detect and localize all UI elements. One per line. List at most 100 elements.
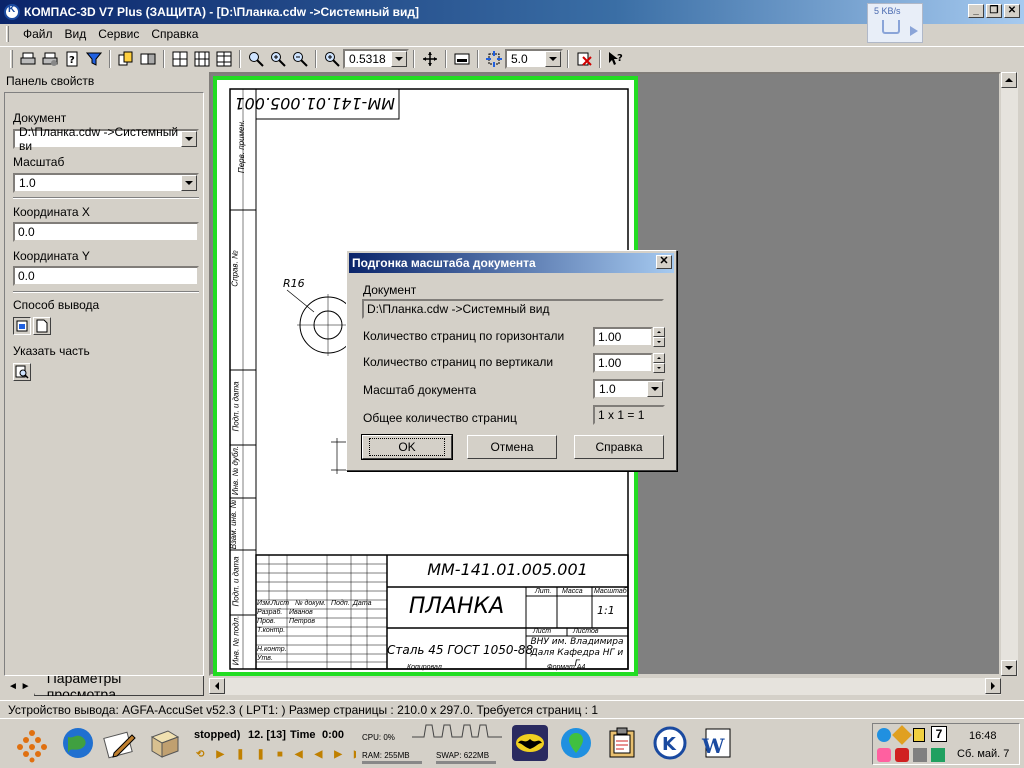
pages-horizontal-spinner[interactable]	[653, 327, 665, 347]
help-topic-icon[interactable]: ?	[62, 49, 82, 69]
play-icon[interactable]: ▶	[216, 749, 236, 760]
rewind-icon[interactable]: ⟲	[196, 749, 216, 760]
toolbar-separator	[599, 49, 601, 68]
map-pin-icon[interactable]	[558, 725, 594, 761]
pages-vertical-spinner[interactable]	[653, 353, 665, 373]
context-help-icon[interactable]: ?	[606, 49, 626, 69]
ram-bar	[362, 761, 422, 764]
stop-icon[interactable]: ■	[277, 749, 295, 760]
zoom-combo[interactable]: 0.5318	[343, 48, 409, 69]
start-menu-icon[interactable]	[14, 727, 50, 763]
kompas-taskbar-icon[interactable]: K	[652, 725, 688, 761]
editor-pencil-icon[interactable]	[102, 725, 138, 761]
zoom-window-icon[interactable]	[246, 49, 266, 69]
page-icon	[36, 319, 48, 333]
tab-view-parameters[interactable]: Параметры просмотра	[33, 676, 204, 696]
usb-tray-icon[interactable]	[913, 748, 927, 762]
select-sheets-icon[interactable]	[138, 49, 158, 69]
vertical-scrollbar[interactable]	[1001, 72, 1018, 676]
note-tray-icon[interactable]	[913, 728, 925, 742]
chevron-down-icon[interactable]	[391, 50, 407, 67]
show-all-icon[interactable]	[452, 49, 472, 69]
step-combo[interactable]: 5.0	[505, 48, 563, 69]
scroll-down-button[interactable]	[1001, 660, 1017, 676]
pages-horizontal-field[interactable]: 1.00	[593, 327, 653, 347]
player-time-label: Time	[290, 729, 316, 741]
pan-icon[interactable]	[420, 49, 440, 69]
dialog-close-button[interactable]: ✕	[656, 255, 672, 269]
col-scale: Масштаб	[594, 588, 627, 595]
menu-help[interactable]: Справка	[145, 27, 204, 41]
scroll-up-button[interactable]	[1001, 72, 1017, 88]
row-prov: Пров.	[257, 618, 276, 625]
col-sheet: Лист	[533, 628, 552, 635]
spin-down-icon[interactable]	[653, 363, 665, 373]
menu-service[interactable]: Сервис	[92, 27, 145, 41]
menu-file[interactable]: Файл	[17, 27, 59, 41]
page-layout-3-icon[interactable]	[214, 49, 234, 69]
file-cabinet-icon[interactable]	[146, 725, 182, 761]
close-button[interactable]: ✕	[1004, 4, 1020, 18]
zoom-in-icon[interactable]	[268, 49, 288, 69]
calendar-icon[interactable]: 7	[931, 726, 947, 742]
coord-x-field[interactable]: 0.0	[13, 222, 199, 242]
print-icon[interactable]	[18, 49, 38, 69]
ok-button[interactable]: OK	[361, 434, 453, 460]
pencil-tray-icon[interactable]	[892, 725, 912, 745]
security-tray-icon[interactable]	[931, 748, 945, 762]
zoom-scale-icon[interactable]	[322, 49, 342, 69]
horizontal-scrollbar[interactable]	[209, 678, 1001, 695]
chevron-down-icon[interactable]	[181, 175, 197, 191]
restore-button[interactable]: ❐	[986, 4, 1002, 18]
cd-player-widget: stopped) 12. [13] Time 0:00 ⟲▶❚❚■◀◀▶▶⏏	[190, 721, 383, 767]
pause-icon[interactable]: ❚❚	[236, 749, 277, 760]
coord-y-field[interactable]: 0.0	[13, 266, 199, 286]
filter-icon[interactable]	[84, 49, 104, 69]
row-nkontr: Н.контр.	[257, 646, 287, 653]
output-fit-button[interactable]	[13, 317, 31, 335]
cancel-button[interactable]: Отмена	[467, 435, 557, 459]
chevron-down-icon[interactable]	[647, 381, 663, 397]
spin-down-icon[interactable]	[653, 337, 665, 347]
coord-y-label: Координата Y	[13, 249, 90, 263]
network-globe-icon[interactable]	[877, 728, 891, 742]
clipboard-icon[interactable]	[604, 725, 640, 761]
side-label-5: Взам. инв. №	[229, 499, 239, 550]
spin-up-icon[interactable]	[653, 353, 665, 363]
pages-vertical-field[interactable]: 1.00	[593, 353, 653, 373]
specify-part-button[interactable]	[13, 363, 31, 381]
word-document-icon[interactable]: W	[698, 725, 734, 761]
move-step-icon[interactable]	[484, 49, 504, 69]
user-tray-icon[interactable]	[877, 748, 891, 762]
scroll-right-button[interactable]	[985, 678, 1001, 694]
page-layout-2-icon[interactable]	[192, 49, 212, 69]
kompas-app-icon[interactable]	[4, 4, 20, 20]
page-layout-1-icon[interactable]	[170, 49, 190, 69]
menu-bar: Файл Вид Сервис Справка	[0, 24, 1024, 44]
help-button[interactable]: Справка	[574, 435, 664, 459]
bat-mail-icon[interactable]	[512, 725, 548, 761]
minimize-button[interactable]: _	[968, 4, 984, 18]
arrange-pages-icon[interactable]	[116, 49, 136, 69]
output-page-button[interactable]	[33, 317, 51, 335]
copied-label: Копировал	[407, 664, 442, 671]
chevron-down-icon[interactable]	[181, 131, 197, 147]
print-setup-icon[interactable]	[40, 49, 60, 69]
spin-up-icon[interactable]	[653, 327, 665, 337]
scroll-left-button[interactable]	[209, 678, 225, 694]
document-combo[interactable]: D:\Планка.cdw ->Системный ви	[13, 125, 199, 153]
globe-browser-icon[interactable]	[60, 725, 96, 761]
alert-tray-icon[interactable]	[895, 748, 909, 762]
close-preview-icon[interactable]	[574, 49, 594, 69]
zoom-out-icon[interactable]	[290, 49, 310, 69]
toolbar-separator	[315, 49, 317, 68]
tab-scroll-arrows[interactable]: ◄ ►	[4, 681, 34, 692]
panel-tabs: ◄ ► Параметры просмотра	[4, 676, 204, 696]
menu-view[interactable]: Вид	[59, 27, 93, 41]
clock-time: 16:48	[969, 730, 997, 742]
total-pages-field: 1 x 1 = 1	[593, 405, 665, 425]
chevron-down-icon[interactable]	[545, 50, 561, 67]
scale-combo[interactable]: 1.0	[13, 173, 199, 193]
prev-icon[interactable]: ◀◀	[295, 749, 334, 760]
document-scale-combo[interactable]: 1.0	[593, 379, 665, 399]
